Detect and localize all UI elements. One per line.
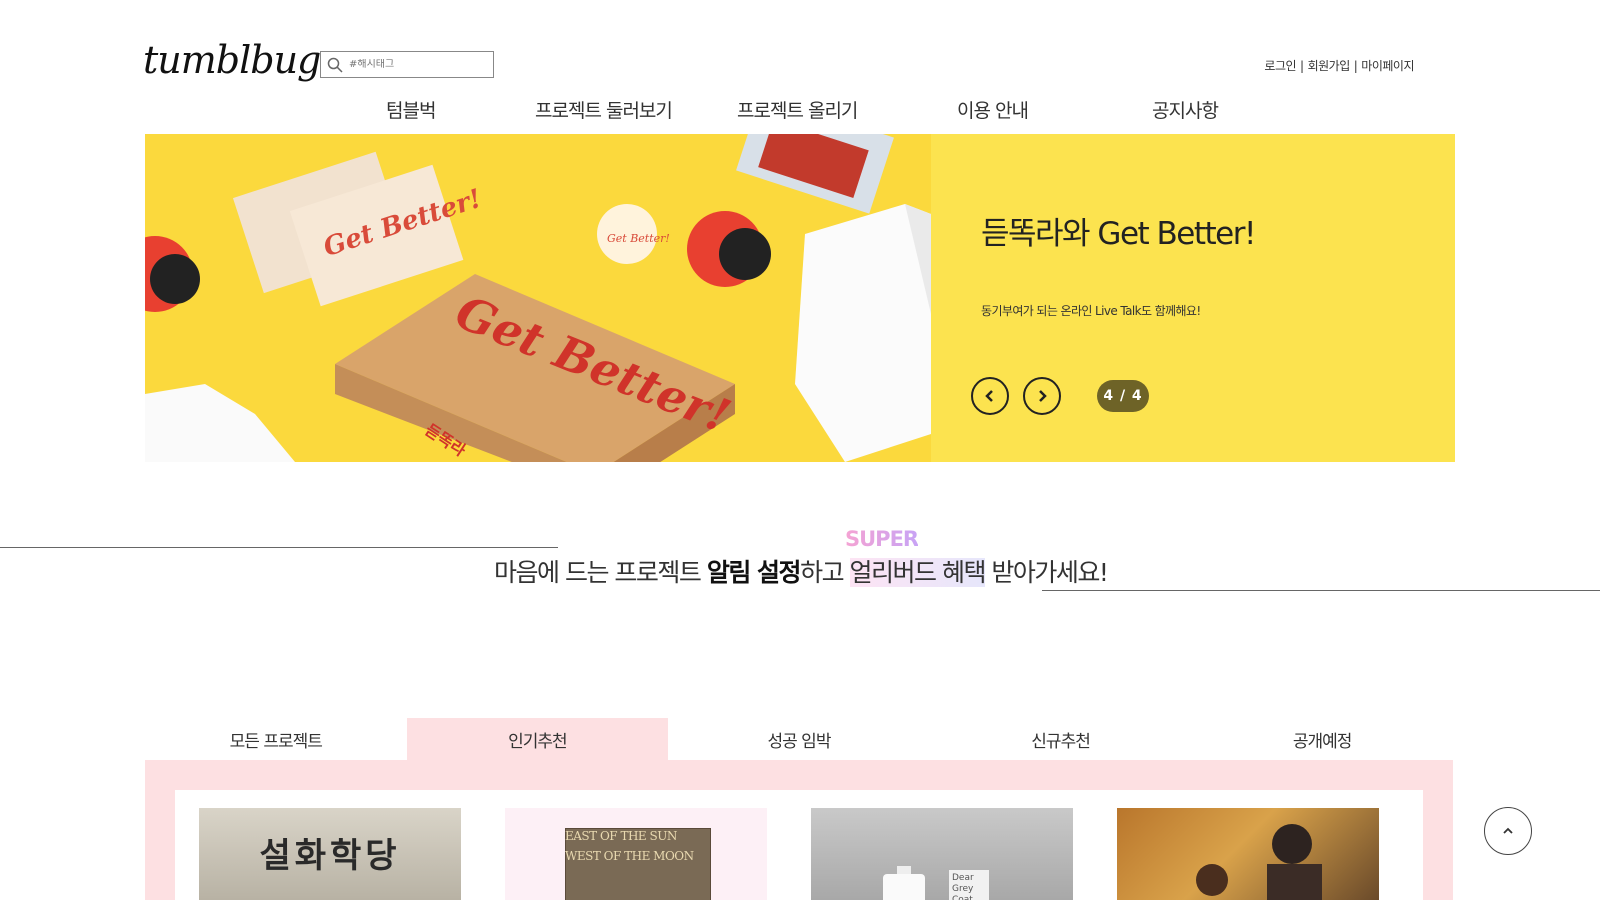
promo-text-bold: 알림 설정 xyxy=(706,558,802,587)
divider-line xyxy=(0,547,558,548)
tab-popular[interactable]: 인기추천 xyxy=(406,718,669,760)
banner-illustration: Get Better! Get Better! Get Better! 듣똑라 xyxy=(145,134,931,462)
nav-item-upload-project[interactable]: 프로젝트 올리기 xyxy=(737,96,858,123)
project-card[interactable]: EAST OF THE SUN WEST OF THE MOON xyxy=(505,808,767,900)
promo-text-highlight: 얼리버드 혜택 xyxy=(849,558,986,587)
hero-banner[interactable]: Get Better! Get Better! Get Better! 듣똑라 … xyxy=(145,134,1455,462)
nav-item-tumblbug[interactable]: 텀블벅 xyxy=(386,96,436,123)
tab-almost-funded[interactable]: 성공 임박 xyxy=(668,718,930,760)
promo-message: 마음에 드는 프로젝트 알림 설정하고 얼리버드 혜택 받아가세요! xyxy=(494,553,1109,589)
banner-title: 듣똑라와 Get Better! xyxy=(981,216,1256,252)
project-card[interactable]: Dear Grey Coat xyxy=(811,808,1073,900)
search-box[interactable] xyxy=(320,51,494,78)
chevron-right-icon xyxy=(1039,390,1047,402)
search-input[interactable] xyxy=(349,59,479,70)
promo-text-pre: 마음에 드는 프로젝트 xyxy=(494,558,707,587)
tab-upcoming[interactable]: 공개예정 xyxy=(1191,718,1453,760)
signup-link[interactable]: 회원가입 xyxy=(1308,57,1351,74)
book-title-line-2: WEST OF THE MOON xyxy=(565,849,694,863)
tab-new[interactable]: 신규추천 xyxy=(930,718,1192,760)
divider-line xyxy=(1042,590,1600,591)
nav-item-browse-projects[interactable]: 프로젝트 둘러보기 xyxy=(535,96,673,123)
project-card[interactable]: 설화학당 xyxy=(199,808,461,900)
thumbnail-text: 설화학당 xyxy=(259,836,401,876)
illustration-couple xyxy=(1196,824,1322,900)
project-card[interactable] xyxy=(1117,808,1379,900)
chevron-left-icon xyxy=(985,390,993,402)
banner-copy: 듣똑라와 Get Better! 동기부여가 되는 온라인 Live Talk도… xyxy=(971,134,1451,462)
book-title-line-1: EAST OF THE SUN xyxy=(565,829,677,843)
thumbnail-text: Dear Grey Coat xyxy=(949,870,989,900)
tab-all-projects[interactable]: 모든 프로젝트 xyxy=(145,718,407,760)
main-nav: 텀블벅 프로젝트 둘러보기 프로젝트 올리기 이용 안내 공지사항 xyxy=(0,96,1600,124)
project-thumbnail: Dear Grey Coat xyxy=(811,808,1073,900)
project-list: 설화학당 EAST OF THE SUN WEST OF THE MOON Dea… xyxy=(175,790,1423,900)
banner-next-button[interactable] xyxy=(1023,377,1061,415)
search-icon xyxy=(327,57,343,73)
scroll-top-button[interactable] xyxy=(1484,807,1532,855)
project-tabs: 모든 프로젝트 인기추천 성공 임박 신규추천 공개예정 xyxy=(145,718,1453,760)
popsocket-art-text: Get Better! xyxy=(607,232,670,245)
mypage-link[interactable]: 마이페이지 xyxy=(1361,57,1414,74)
banner-slide-counter: 4 / 4 xyxy=(1097,380,1149,412)
auth-separator: | xyxy=(1353,58,1358,73)
thumbnail-text: EAST OF THE SUN WEST OF THE MOON xyxy=(565,826,694,866)
bottle xyxy=(883,874,925,900)
auth-links: 로그인 | 회원가입 | 마이페이지 xyxy=(1264,57,1414,74)
promo-text-post: 받아가세요! xyxy=(984,558,1109,587)
promo-text-mid: 하고 xyxy=(800,558,850,587)
auth-separator: | xyxy=(1300,58,1304,73)
login-link[interactable]: 로그인 xyxy=(1264,57,1296,74)
project-thumbnail: 설화학당 xyxy=(199,808,461,900)
nav-item-notice[interactable]: 공지사항 xyxy=(1152,96,1219,123)
tab-panel: 설화학당 EAST OF THE SUN WEST OF THE MOON Dea… xyxy=(145,760,1453,900)
banner-prev-button[interactable] xyxy=(971,377,1009,415)
nav-item-guide[interactable]: 이용 안내 xyxy=(957,96,1029,123)
chevron-up-icon xyxy=(1503,827,1513,834)
project-thumbnail: EAST OF THE SUN WEST OF THE MOON xyxy=(505,808,767,900)
tumblbug-logo[interactable]: tumblbug xyxy=(143,38,321,82)
banner-subtitle: 동기부여가 되는 온라인 Live Talk도 함께해요! xyxy=(981,304,1201,318)
super-label: SUPER xyxy=(845,527,919,551)
project-thumbnail xyxy=(1117,808,1379,900)
banner-image: Get Better! Get Better! Get Better! 듣똑라 xyxy=(145,134,931,462)
